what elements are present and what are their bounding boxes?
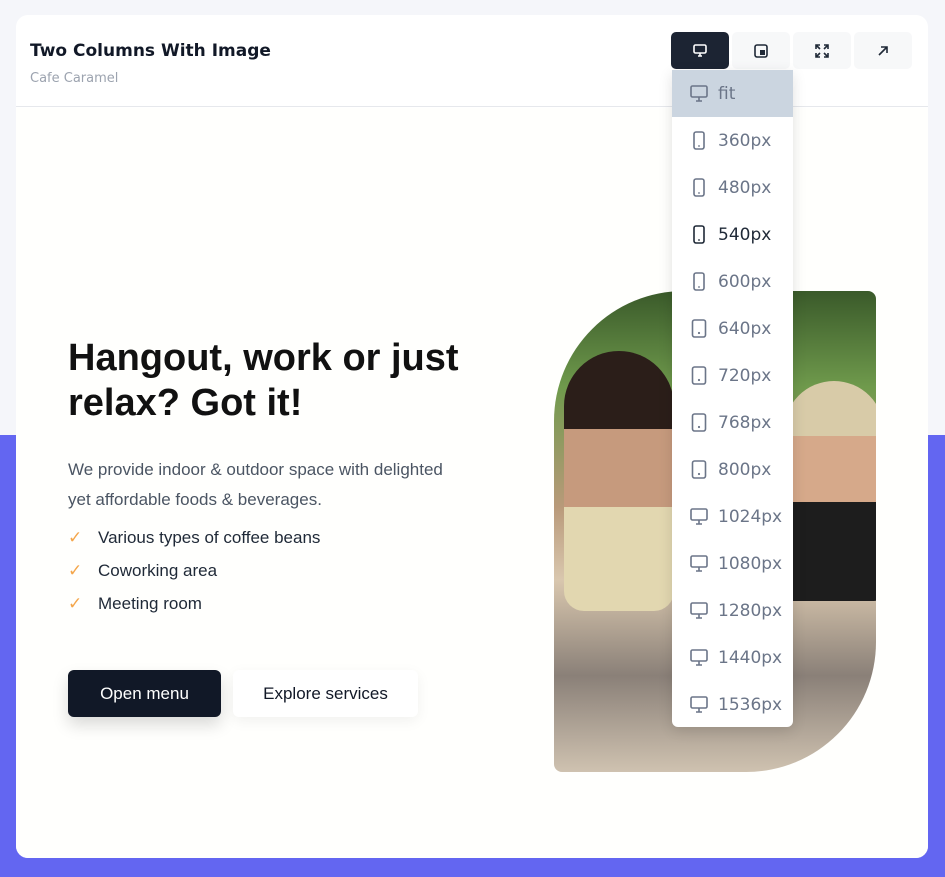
option-label: fit: [718, 83, 736, 104]
option-label: 1536px: [718, 694, 783, 715]
viewport-option-640px[interactable]: 640px: [672, 305, 793, 352]
viewport-option-1440px[interactable]: 1440px: [672, 634, 793, 681]
open-new-button[interactable]: [854, 32, 912, 69]
page-subtitle: Cafe Caramel: [30, 71, 119, 86]
option-label: 800px: [718, 459, 772, 480]
option-label: 768px: [718, 412, 772, 433]
phone-icon: [693, 272, 705, 291]
viewport-option-1280px[interactable]: 1280px: [672, 587, 793, 634]
feature-item: ✓ Various types of coffee beans: [68, 528, 321, 547]
open-menu-button[interactable]: Open menu: [68, 670, 221, 717]
viewport-option-720px[interactable]: 720px: [672, 352, 793, 399]
viewport-option-1024px[interactable]: 1024px: [672, 493, 793, 540]
viewport-option-540px[interactable]: 540px: [672, 211, 793, 258]
phone-icon: [693, 178, 705, 197]
phone-icon: [693, 225, 705, 244]
option-label: 1280px: [718, 600, 783, 621]
monitor-icon: [690, 85, 708, 102]
monitor-icon: [690, 649, 708, 666]
fullscreen-button[interactable]: [793, 32, 851, 69]
option-label: 1440px: [718, 647, 783, 668]
hero-lead: We provide indoor & outdoor space with d…: [68, 460, 443, 509]
check-icon: ✓: [68, 561, 83, 580]
option-label: 640px: [718, 318, 772, 339]
viewport-option-480px[interactable]: 480px: [672, 164, 793, 211]
viewport-option-768px[interactable]: 768px: [672, 399, 793, 446]
option-label: 540px: [718, 224, 772, 245]
check-icon: ✓: [68, 528, 83, 547]
option-label: 1080px: [718, 553, 783, 574]
arrow-up-right-icon: [878, 45, 888, 56]
option-label: 360px: [718, 130, 772, 151]
viewport-option-fit[interactable]: fit: [672, 70, 793, 117]
viewport-option-800px[interactable]: 800px: [672, 446, 793, 493]
code-button[interactable]: [732, 32, 790, 69]
viewport-dropdown: fit 360px 480px 540px 600px 640px 720px 768px 80…: [672, 70, 793, 727]
viewport-option-360px[interactable]: 360px: [672, 117, 793, 164]
viewport-option-600px[interactable]: 600px: [672, 258, 793, 305]
option-label: 720px: [718, 365, 772, 386]
tablet-icon: [691, 366, 707, 385]
monitor-icon: [690, 555, 708, 572]
check-icon: ✓: [68, 594, 83, 613]
phone-icon: [693, 131, 705, 150]
feature-item: ✓ Coworking area: [68, 561, 218, 580]
option-label: 600px: [718, 271, 772, 292]
tablet-icon: [691, 460, 707, 479]
viewport-option-1080px[interactable]: 1080px: [672, 540, 793, 587]
monitor-icon: [693, 44, 707, 57]
monitor-icon: [690, 602, 708, 619]
viewport-button[interactable]: [671, 32, 729, 69]
option-label: 480px: [718, 177, 772, 198]
tablet-icon: [691, 319, 707, 338]
feature-item: ✓ Meeting room: [68, 594, 202, 613]
monitor-icon: [690, 508, 708, 525]
ts-file-icon: [754, 43, 768, 58]
viewport-option-1536px[interactable]: 1536px: [672, 681, 793, 728]
explore-services-button[interactable]: Explore services: [233, 670, 418, 717]
option-label: 1024px: [718, 506, 783, 527]
tablet-icon: [691, 413, 707, 432]
monitor-icon: [690, 696, 708, 713]
expand-icon: [815, 43, 829, 58]
hero-heading: Hangout, work or just relax? Got it!: [68, 337, 459, 424]
page-title: Two Columns With Image: [30, 41, 271, 61]
